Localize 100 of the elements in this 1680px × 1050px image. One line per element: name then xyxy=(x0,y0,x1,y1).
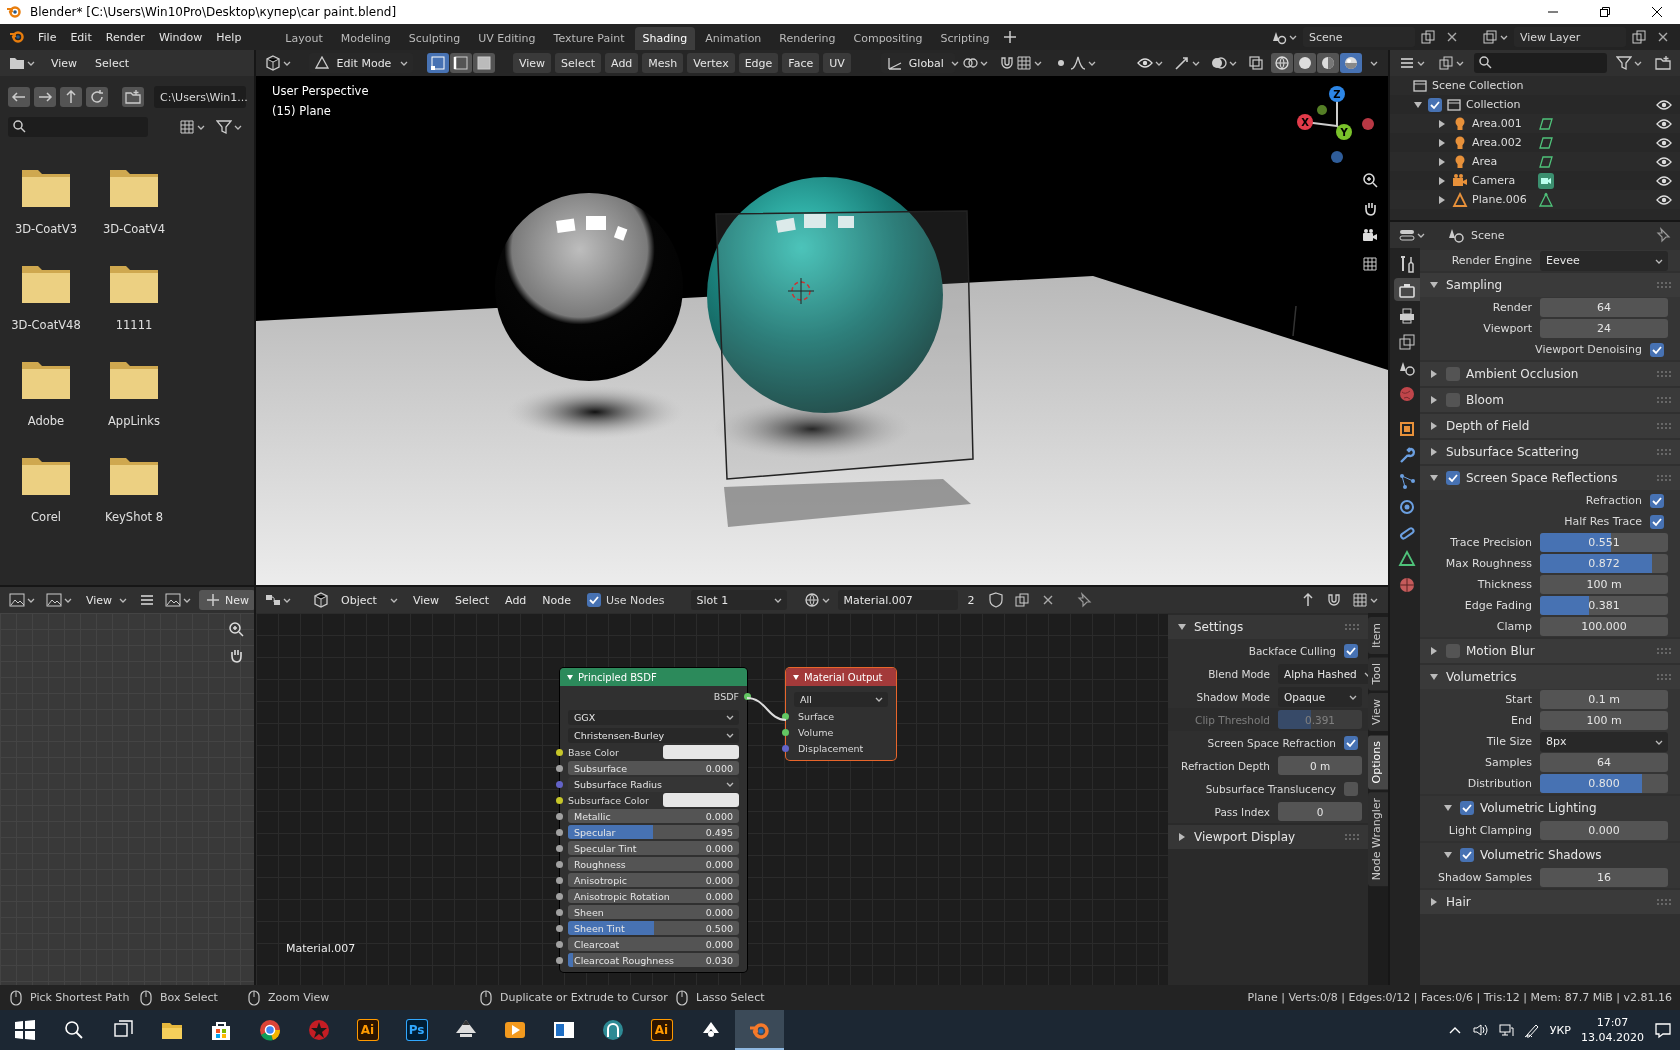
menu-item[interactable]: Select xyxy=(449,590,496,610)
new-image-button[interactable]: New xyxy=(199,590,254,610)
sidebar-tab[interactable]: Tool xyxy=(1368,657,1388,691)
menu-item[interactable]: Render xyxy=(99,27,151,47)
slider-field[interactable]: 0.381 xyxy=(1540,596,1668,615)
slider-field[interactable]: Clearcoat 0.000 xyxy=(568,937,739,951)
menu-item[interactable]: View xyxy=(45,53,84,73)
menu-item[interactable]: Select xyxy=(555,53,602,73)
number-field[interactable]: 100 m xyxy=(1540,575,1668,594)
slider-field[interactable]: Specular 0.495 xyxy=(568,825,739,839)
menu-item[interactable]: Select xyxy=(89,53,136,73)
slider-field[interactable]: Anisotropic 0.000 xyxy=(568,873,739,887)
tree-item[interactable]: Area.002 xyxy=(1472,136,1534,149)
context-label: Scene xyxy=(1471,228,1505,242)
menu-item[interactable]: Edit xyxy=(64,27,98,47)
view-menu[interactable]: View xyxy=(80,590,133,610)
user-count[interactable]: 2 xyxy=(961,590,981,610)
slider-field[interactable]: Subsurface 0.000 xyxy=(568,761,739,775)
dropdown[interactable]: Subsurface Radius xyxy=(568,776,739,792)
menu-item[interactable]: File xyxy=(32,27,63,47)
slider-field[interactable]: 0.872 xyxy=(1540,554,1668,573)
number-field[interactable]: 100.000 xyxy=(1540,617,1668,636)
dropdown[interactable]: Alpha Hashed xyxy=(1278,663,1368,684)
slider-field[interactable]: Sheen 0.000 xyxy=(568,905,739,919)
tree-item[interactable]: Scene Collection xyxy=(1432,79,1524,92)
tree-item[interactable]: Plane.006 xyxy=(1472,193,1534,206)
property-label: Refraction xyxy=(1585,494,1642,507)
sidebar-tab[interactable]: View xyxy=(1368,693,1388,732)
slider-field[interactable]: Roughness 0.000 xyxy=(568,857,739,871)
path-field[interactable]: C:\Users\Win1... xyxy=(154,86,246,108)
tree-item[interactable]: Camera xyxy=(1472,174,1534,187)
property-label: Subsurface Translucency xyxy=(1205,782,1336,795)
dropdown[interactable]: GGX xyxy=(568,709,739,725)
workspace-tab[interactable]: Layout xyxy=(277,27,331,50)
number-field[interactable]: 24 xyxy=(1540,319,1668,338)
menu-item[interactable]: View xyxy=(407,590,446,610)
slider-field[interactable]: Sheen Tint 0.500 xyxy=(568,921,739,935)
slot-dropdown[interactable]: Slot 1 xyxy=(690,590,787,610)
menu-item[interactable]: Add xyxy=(605,53,639,73)
workspace-tab[interactable]: Modeling xyxy=(332,27,399,50)
dropdown[interactable]: All xyxy=(794,691,888,707)
language-indicator[interactable]: УКР xyxy=(1549,1023,1571,1037)
workspace-tab[interactable]: Sculpting xyxy=(400,27,469,50)
workspace-tab[interactable]: Animation xyxy=(697,27,770,50)
number-field[interactable]: 100 m xyxy=(1540,711,1668,730)
sidebar-tab[interactable]: Item xyxy=(1368,617,1388,655)
clock[interactable]: 17:07 13.04.2020 xyxy=(1581,1015,1644,1045)
number-field[interactable]: 16 xyxy=(1540,868,1668,887)
tree-item[interactable]: Area.001 xyxy=(1472,117,1534,130)
shader-type-dropdown[interactable]: Object xyxy=(307,590,403,610)
workspace-tab[interactable]: Shading xyxy=(634,27,696,50)
number-field[interactable]: 64 xyxy=(1540,753,1668,772)
number-field[interactable]: 0.000 xyxy=(1540,821,1668,840)
slider-field[interactable]: Anisotropic Rotation 0.000 xyxy=(568,889,739,903)
slider-field[interactable]: 0.800 xyxy=(1540,774,1668,793)
number-field[interactable]: 0.1 m xyxy=(1540,690,1668,709)
menu-item[interactable]: Mesh xyxy=(642,53,684,73)
dropdown[interactable]: 8px xyxy=(1540,731,1668,752)
dropdown[interactable]: Christensen-Burley xyxy=(568,727,739,743)
folder-name: 11111 xyxy=(115,318,153,332)
sidebar-tab[interactable]: Options xyxy=(1368,734,1388,789)
workspace-tab[interactable]: Scripting xyxy=(932,27,998,50)
taskbar-app[interactable]: Ai xyxy=(343,1010,392,1050)
tree-item[interactable]: Collection xyxy=(1466,98,1521,111)
property-label: Trace Precision xyxy=(1449,536,1532,549)
menu-item[interactable]: Vertex xyxy=(687,53,735,73)
material-name-field[interactable]: Material.007 xyxy=(837,590,958,610)
workspace-tab[interactable]: Texture Paint xyxy=(545,27,633,50)
property-label: Half Res Trace xyxy=(1564,515,1642,528)
axis-handle[interactable]: X xyxy=(1297,114,1338,130)
material-name-label: Material.007 xyxy=(286,942,356,955)
tree-item[interactable]: Area xyxy=(1472,155,1534,168)
number-field[interactable]: 64 xyxy=(1540,298,1668,317)
menu-item[interactable]: Window xyxy=(152,27,209,47)
slider-field[interactable]: Metallic 0.000 xyxy=(568,809,739,823)
workspace-tab[interactable]: Compositing xyxy=(845,27,931,50)
dropdown[interactable]: Eevee xyxy=(1540,250,1668,271)
menu-item[interactable]: Edge xyxy=(738,53,779,73)
menu-item[interactable]: Add xyxy=(499,590,533,610)
menu-item[interactable]: View xyxy=(513,53,552,73)
slider-field[interactable]: Clearcoat Roughness 0.030 xyxy=(568,953,739,967)
taskbar-app[interactable]: Ps xyxy=(392,1010,441,1050)
workspace-tab[interactable]: Rendering xyxy=(771,27,844,50)
property-label: Clip Threshold xyxy=(1194,713,1270,726)
menu-item[interactable]: Help xyxy=(210,27,248,47)
dropdown[interactable]: Opaque xyxy=(1278,686,1362,707)
property-label: Screen Space Refraction xyxy=(1207,736,1336,749)
number-field[interactable]: 0 m xyxy=(1278,756,1362,775)
view-layer-field[interactable]: View Layer xyxy=(1514,27,1626,47)
scene-name-field[interactable]: Scene xyxy=(1303,27,1415,47)
menu-item[interactable]: UV xyxy=(823,53,851,73)
number-field[interactable]: 0 xyxy=(1278,802,1362,821)
taskbar-app[interactable]: Ai xyxy=(637,1010,686,1050)
menu-item[interactable]: Node xyxy=(536,590,578,610)
axis-handle[interactable]: Y xyxy=(1336,124,1352,140)
menu-item[interactable]: Face xyxy=(782,53,820,73)
axis-handle[interactable]: Z xyxy=(1329,86,1345,127)
sidebar-tab[interactable]: Node Wrangler xyxy=(1368,792,1388,887)
workspace-tab[interactable]: UV Editing xyxy=(470,27,544,50)
slider-field[interactable]: Specular Tint 0.000 xyxy=(568,841,739,855)
